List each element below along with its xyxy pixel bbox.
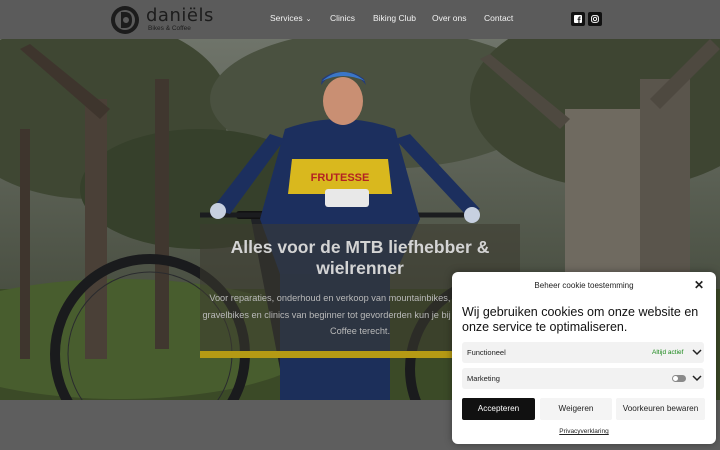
instagram-icon[interactable] bbox=[588, 12, 602, 26]
chevron-down-icon[interactable] bbox=[692, 372, 702, 384]
logo-text: daniëls bbox=[146, 5, 214, 26]
category-label: Functioneel bbox=[467, 348, 506, 357]
site-header: daniëls Bikes & Coffee Services ⌄ Clinics… bbox=[0, 0, 720, 39]
close-icon[interactable]: ✕ bbox=[694, 278, 704, 292]
nav-services[interactable]: Services ⌄ bbox=[270, 13, 311, 23]
cookie-consent-dialog: Beheer cookie toestemming ✕ Wij gebruike… bbox=[452, 272, 716, 444]
cookie-category-marketing[interactable]: Marketing bbox=[462, 368, 704, 389]
cookie-category-functioneel[interactable]: Functioneel Altijd actief bbox=[462, 342, 704, 363]
site-logo[interactable]: daniëls Bikes & Coffee bbox=[110, 4, 214, 36]
category-status: Altijd actief bbox=[652, 349, 684, 356]
refuse-button[interactable]: Weigeren bbox=[540, 398, 612, 420]
jersey-text: FRUTESSE bbox=[311, 172, 370, 184]
chevron-down-icon[interactable] bbox=[692, 346, 702, 358]
privacy-link[interactable]: Privacyverklaring bbox=[452, 428, 716, 435]
accept-button[interactable]: Accepteren bbox=[462, 398, 535, 420]
marketing-toggle[interactable] bbox=[672, 375, 686, 382]
nav-contact[interactable]: Contact bbox=[484, 13, 513, 23]
nav-over-ons[interactable]: Over ons bbox=[432, 13, 467, 23]
facebook-icon[interactable] bbox=[571, 12, 585, 26]
logo-subtitle: Bikes & Coffee bbox=[148, 25, 191, 32]
nav-services-label: Services bbox=[270, 13, 303, 23]
cookie-message: Wij gebruiken cookies om onze website en… bbox=[462, 305, 699, 334]
save-preferences-button[interactable]: Voorkeuren bewaren bbox=[616, 398, 705, 420]
cookie-heading: Beheer cookie toestemming bbox=[534, 281, 634, 290]
logo-mark-icon bbox=[111, 6, 139, 34]
chevron-down-icon: ⌄ bbox=[305, 16, 312, 23]
category-label: Marketing bbox=[467, 374, 500, 383]
nav-biking-club[interactable]: Biking Club bbox=[373, 13, 416, 23]
nav-clinics[interactable]: Clinics bbox=[330, 13, 355, 23]
